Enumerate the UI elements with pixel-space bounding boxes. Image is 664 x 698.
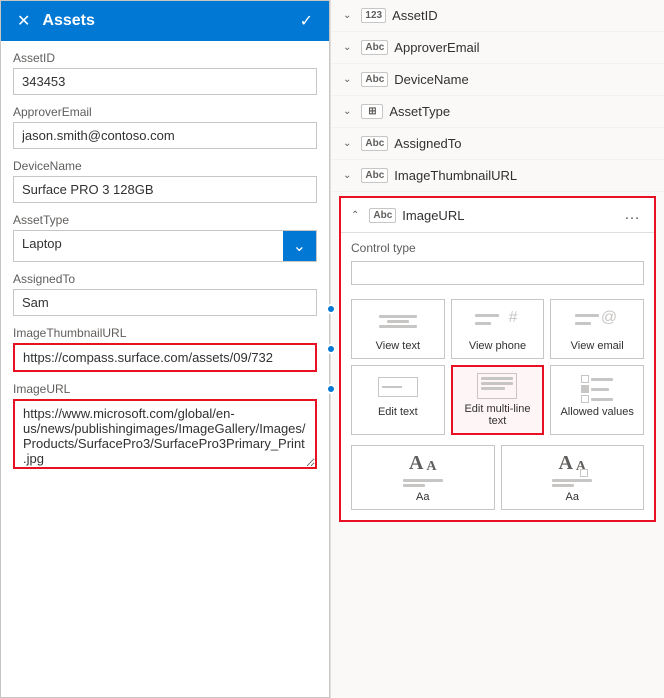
field-list-label-approveremail: ApproverEmail <box>394 40 652 55</box>
label-imageurl: ImageURL <box>13 382 317 396</box>
expanded-header[interactable]: ⌃ Abc ImageURL … <box>341 198 654 233</box>
input-assetid[interactable] <box>13 68 317 95</box>
resize-handle-top[interactable] <box>326 304 336 314</box>
input-imagethumbnailurl[interactable] <box>13 343 317 372</box>
at-symbol: @ <box>601 310 617 326</box>
dropdown-assettype[interactable]: Laptop ⌄ <box>13 230 317 262</box>
chevron-icon-approveremail: ⌄ <box>343 42 351 53</box>
control-view-text[interactable]: View text <box>351 299 445 359</box>
badge-assetid: 123 <box>361 8 386 23</box>
field-devicename: DeviceName <box>13 159 317 203</box>
input-approveremail[interactable] <box>13 122 317 149</box>
panel-header: ✕ Assets ✓ <box>1 1 329 41</box>
confirm-button[interactable]: ✓ <box>296 9 317 33</box>
control-type-section: Control type <box>341 233 654 293</box>
font-controls: A A Aa A A <box>341 445 654 520</box>
field-list-label-imagethumbnailurl: ImageThumbnailURL <box>394 168 652 183</box>
badge-approveremail: Abc <box>361 40 388 55</box>
label-devicename: DeviceName <box>13 159 317 173</box>
allowed-values-label: Allowed values <box>560 406 633 418</box>
panel-title: Assets <box>42 12 94 30</box>
control-allowed-values[interactable]: Allowed values <box>550 365 644 435</box>
field-list: ⌄ 123 AssetID ⌄ Abc ApproverEmail ⌄ Abc … <box>331 0 664 526</box>
expanded-header-label: ImageURL <box>402 208 614 223</box>
panel-body: AssetID ApproverEmail DeviceName AssetTy… <box>1 41 329 697</box>
field-list-label-assignedto: AssignedTo <box>394 136 652 151</box>
chevron-icon-assettype: ⌄ <box>343 106 351 117</box>
input-devicename[interactable] <box>13 176 317 203</box>
panel-header-left: ✕ Assets <box>13 9 95 33</box>
resize-handle-bottom[interactable] <box>326 384 336 394</box>
edit-multiline-label: Edit multi-line text <box>457 403 539 427</box>
chevron-icon-imagethumbnailurl: ⌄ <box>343 170 351 181</box>
label-assettype: AssetType <box>13 213 317 227</box>
label-assignedto: AssignedTo <box>13 272 317 286</box>
label-assetid: AssetID <box>13 51 317 65</box>
control-type-input[interactable] <box>351 261 644 285</box>
left-panel: ✕ Assets ✓ AssetID ApproverEmail DeviceN… <box>0 0 330 698</box>
control-font-1[interactable]: A A Aa <box>351 445 495 510</box>
field-imagethumbnailurl: ImageThumbnailURL <box>13 326 317 372</box>
label-imagethumbnailurl: ImageThumbnailURL <box>13 326 317 340</box>
font-2-label: Aa <box>566 491 579 503</box>
font-1-icon: A A <box>409 452 437 475</box>
control-view-phone[interactable]: # View phone <box>451 299 545 359</box>
field-approveremail: ApproverEmail <box>13 105 317 149</box>
field-list-label-assetid: AssetID <box>392 8 652 23</box>
hash-symbol: # <box>509 310 518 326</box>
edit-multiline-icon <box>477 373 517 399</box>
control-font-2[interactable]: A A Aa <box>501 445 645 510</box>
view-email-label: View email <box>571 340 624 352</box>
field-assetid: AssetID <box>13 51 317 95</box>
font-1-lines <box>403 479 443 487</box>
label-approveremail: ApproverEmail <box>13 105 317 119</box>
close-button[interactable]: ✕ <box>13 9 34 33</box>
control-edit-multiline[interactable]: Edit multi-line text <box>451 365 545 435</box>
chevron-icon-assetid: ⌄ <box>343 10 351 21</box>
control-type-label: Control type <box>351 241 644 255</box>
font-2-lines <box>552 479 592 487</box>
control-view-email[interactable]: @ View email <box>550 299 644 359</box>
more-options-button[interactable]: … <box>620 206 644 224</box>
resize-handle-middle[interactable] <box>326 344 336 354</box>
input-imageurl[interactable]: https://www.microsoft.com/global/en-us/n… <box>13 399 317 469</box>
field-list-item-assettype[interactable]: ⌄ ⊞ AssetType <box>331 96 664 128</box>
field-list-item-assetid[interactable]: ⌄ 123 AssetID <box>331 0 664 32</box>
field-list-item-assignedto[interactable]: ⌄ Abc AssignedTo <box>331 128 664 160</box>
field-list-item-approveremail[interactable]: ⌄ Abc ApproverEmail <box>331 32 664 64</box>
allowed-values-icon <box>573 372 621 402</box>
field-imageurl: ImageURL https://www.microsoft.com/globa… <box>13 382 317 472</box>
font-1-label: Aa <box>416 491 429 503</box>
dropdown-assettype-chevron[interactable]: ⌄ <box>283 231 316 261</box>
chevron-icon-assignedto: ⌄ <box>343 138 351 149</box>
view-phone-icon: # <box>473 306 521 336</box>
view-phone-label: View phone <box>469 340 526 352</box>
control-edit-text[interactable]: Edit text <box>351 365 445 435</box>
field-assettype: AssetType Laptop ⌄ <box>13 213 317 262</box>
field-list-item-imagethumbnailurl[interactable]: ⌄ Abc ImageThumbnailURL <box>331 160 664 192</box>
expanded-imageurl-section: ⌃ Abc ImageURL … Control type Vi <box>339 196 656 522</box>
field-list-label-devicename: DeviceName <box>394 72 652 87</box>
resize-handle-area <box>326 304 336 394</box>
field-list-label-assettype: AssetType <box>389 104 652 119</box>
chevron-icon-imageurl: ⌃ <box>351 210 359 221</box>
view-email-icon: @ <box>573 306 621 336</box>
edit-text-icon <box>374 372 422 402</box>
view-text-label: View text <box>376 340 420 352</box>
badge-assignedto: Abc <box>361 136 388 151</box>
font-2-icon: A A <box>558 452 586 475</box>
view-text-icon <box>374 306 422 336</box>
chevron-icon-devicename: ⌄ <box>343 74 351 85</box>
dropdown-assettype-value: Laptop <box>14 231 283 261</box>
badge-devicename: Abc <box>361 72 388 87</box>
badge-assettype: ⊞ <box>361 104 383 119</box>
badge-imagethumbnailurl: Abc <box>361 168 388 183</box>
right-panel: ⌄ 123 AssetID ⌄ Abc ApproverEmail ⌄ Abc … <box>330 0 664 698</box>
input-assignedto[interactable] <box>13 289 317 316</box>
field-list-item-devicename[interactable]: ⌄ Abc DeviceName <box>331 64 664 96</box>
controls-grid: View text # View phone @ <box>341 293 654 445</box>
badge-imageurl: Abc <box>369 208 396 223</box>
field-assignedto: AssignedTo <box>13 272 317 316</box>
edit-text-label: Edit text <box>378 406 418 418</box>
